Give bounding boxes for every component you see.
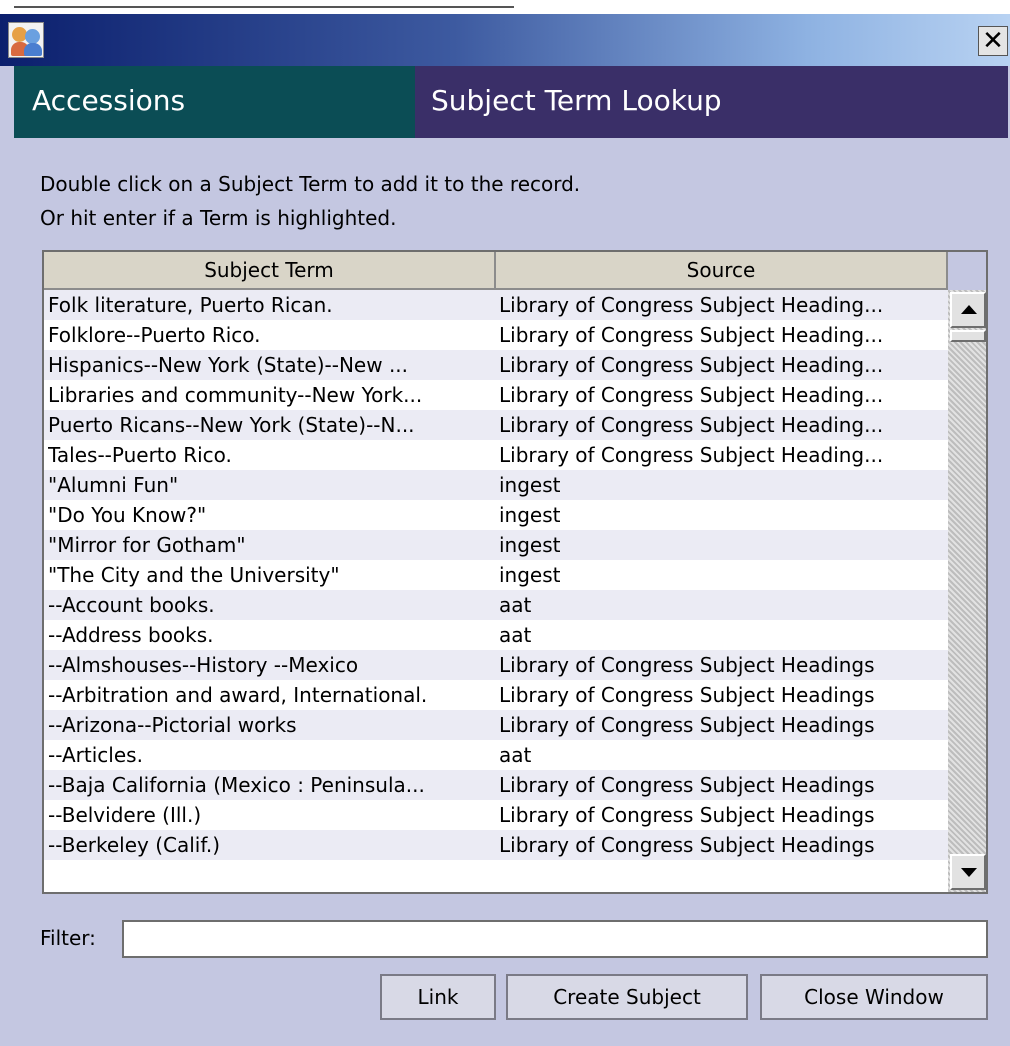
cell-subject-term: "Mirror for Gotham": [48, 533, 246, 557]
table-row[interactable]: --Arizona--Pictorial works Library of Con…: [44, 710, 948, 740]
cell-source: Library of Congress Subject Headings: [499, 683, 875, 707]
cell-subject-term: --Articles.: [48, 743, 143, 767]
cell-subject-term: --Arbitration and award, International.: [48, 683, 428, 707]
table-row[interactable]: --Account books. aat: [44, 590, 948, 620]
cell-source: Library of Congress Subject Heading...: [499, 323, 884, 347]
cell-source: Library of Congress Subject Headings: [499, 773, 875, 797]
user-head-2: [25, 29, 40, 44]
cell-subject-term: "Alumni Fun": [48, 473, 179, 497]
instruction-line-1: Double click on a Subject Term to add it…: [40, 172, 581, 196]
table-row[interactable]: Hispanics--New York (State)--New ... Libr…: [44, 350, 948, 380]
cell-subject-term: Libraries and community--New York...: [48, 383, 423, 407]
table-header: Subject Term Source: [44, 252, 948, 290]
table-row[interactable]: --Baja California (Mexico : Peninsula...…: [44, 770, 948, 800]
cell-subject-term: --Address books.: [48, 623, 214, 647]
cell-source: Library of Congress Subject Heading...: [499, 383, 884, 407]
cell-source: aat: [499, 593, 532, 617]
cell-source: Library of Congress Subject Heading...: [499, 443, 884, 467]
table-row[interactable]: --Belvidere (Ill.) Library of Congress Su…: [44, 800, 948, 830]
table-row[interactable]: --Address books. aat: [44, 620, 948, 650]
cell-source: ingest: [499, 533, 561, 557]
scroll-up-button[interactable]: [950, 292, 986, 328]
users-icon: [8, 22, 44, 58]
cell-subject-term: --Almshouses--History --Mexico: [48, 653, 359, 677]
scrollbar-thumb[interactable]: [950, 330, 986, 342]
table-row[interactable]: --Articles. aat: [44, 740, 948, 770]
cell-source: ingest: [499, 503, 561, 527]
header-banner: Accessions Subject Term Lookup: [14, 66, 1008, 138]
table-row[interactable]: Folk literature, Puerto Rican. Library of…: [44, 290, 948, 320]
arrow-down-icon: [961, 868, 977, 877]
cell-source: aat: [499, 743, 532, 767]
create-subject-button[interactable]: Create Subject: [506, 974, 748, 1020]
column-header-subject-term[interactable]: Subject Term: [44, 252, 496, 288]
table-row[interactable]: Puerto Ricans--New York (State)--N... Lib…: [44, 410, 948, 440]
arrow-up-icon: [961, 305, 977, 314]
table-row[interactable]: "Mirror for Gotham" ingest: [44, 530, 948, 560]
filter-label: Filter:: [40, 926, 96, 950]
cell-source: Library of Congress Subject Heading...: [499, 293, 884, 317]
subject-lookup-window: ✕ Accessions Subject Term Lookup Double …: [0, 14, 1010, 1046]
link-button[interactable]: Link: [380, 974, 496, 1020]
table-row[interactable]: --Almshouses--History --Mexico Library of…: [44, 650, 948, 680]
cell-subject-term: Tales--Puerto Rico.: [48, 443, 232, 467]
scroll-down-button[interactable]: [950, 854, 986, 890]
column-header-source[interactable]: Source: [496, 252, 948, 288]
cell-subject-term: Puerto Ricans--New York (State)--N...: [48, 413, 415, 437]
top-divider: [14, 6, 514, 8]
cell-subject-term: --Baja California (Mexico : Peninsula...: [48, 773, 425, 797]
close-window-button[interactable]: Close Window: [760, 974, 988, 1020]
table-row[interactable]: --Arbitration and award, International. L…: [44, 680, 948, 710]
table-body: Folk literature, Puerto Rican. Library of…: [44, 290, 948, 892]
table-row[interactable]: --Berkeley (Calif.) Library of Congress S…: [44, 830, 948, 860]
cell-source: Library of Congress Subject Headings: [499, 803, 875, 827]
cell-subject-term: --Arizona--Pictorial works: [48, 713, 297, 737]
title-bar[interactable]: ✕: [0, 14, 1010, 66]
cell-source: ingest: [499, 473, 561, 497]
instruction-line-2: Or hit enter if a Term is highlighted.: [40, 206, 397, 230]
cell-subject-term: "Do You Know?": [48, 503, 207, 527]
table-row[interactable]: "Do You Know?" ingest: [44, 500, 948, 530]
subject-term-table[interactable]: Subject Term Source Folk literature, Pue…: [42, 250, 988, 894]
table-row[interactable]: Libraries and community--New York... Libr…: [44, 380, 948, 410]
table-row[interactable]: Tales--Puerto Rico. Library of Congress S…: [44, 440, 948, 470]
table-corner: [948, 252, 986, 290]
cell-source: Library of Congress Subject Headings: [499, 653, 875, 677]
table-row[interactable]: Folklore--Puerto Rico. Library of Congres…: [44, 320, 948, 350]
close-icon[interactable]: ✕: [978, 26, 1008, 56]
header-left: Accessions: [14, 66, 415, 138]
cell-subject-term: --Berkeley (Calif.): [48, 833, 221, 857]
user-body-2: [24, 43, 42, 56]
cell-source: aat: [499, 623, 532, 647]
cell-source: Library of Congress Subject Headings: [499, 713, 875, 737]
cell-subject-term: Folk literature, Puerto Rican.: [48, 293, 333, 317]
cell-source: Library of Congress Subject Headings: [499, 833, 875, 857]
dialog-title: Subject Term Lookup: [431, 84, 722, 117]
vertical-scrollbar[interactable]: [948, 290, 986, 892]
cell-source: Library of Congress Subject Heading...: [499, 413, 884, 437]
cell-source: Library of Congress Subject Heading...: [499, 353, 884, 377]
cell-source: ingest: [499, 563, 561, 587]
top-strip: [0, 0, 1010, 14]
module-title: Accessions: [32, 84, 186, 117]
header-right: Subject Term Lookup: [415, 66, 1008, 138]
cell-subject-term: "The City and the University": [48, 563, 340, 587]
table-row[interactable]: "The City and the University" ingest: [44, 560, 948, 590]
cell-subject-term: Folklore--Puerto Rico.: [48, 323, 261, 347]
cell-subject-term: --Belvidere (Ill.): [48, 803, 202, 827]
cell-subject-term: Hispanics--New York (State)--New ...: [48, 353, 409, 377]
table-row[interactable]: "Alumni Fun" ingest: [44, 470, 948, 500]
cell-subject-term: --Account books.: [48, 593, 215, 617]
filter-input[interactable]: [122, 920, 988, 958]
